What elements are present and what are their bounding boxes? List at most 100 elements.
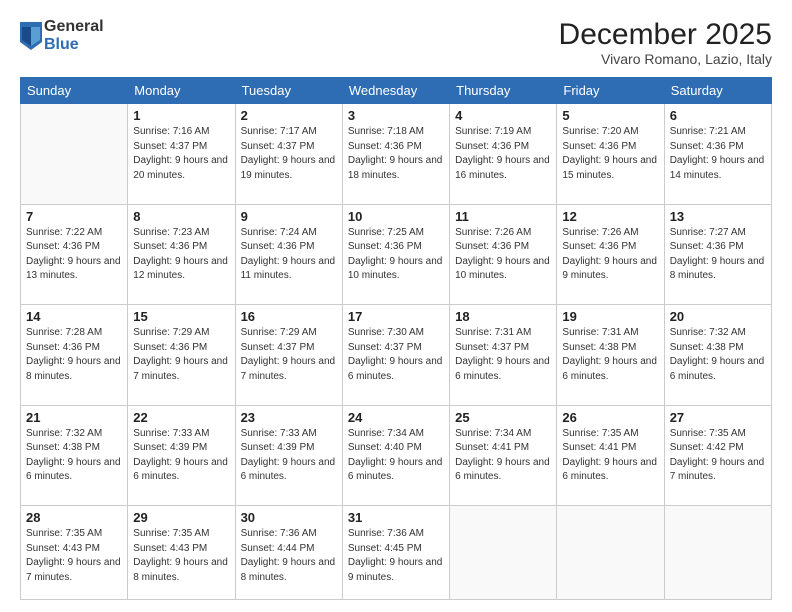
sunrise-label: Sunrise: 7:34 AM <box>348 428 424 439</box>
calendar-cell: 15 Sunrise: 7:29 AM Sunset: 4:36 PM Dayl… <box>128 305 235 406</box>
sunset-label: Sunset: 4:36 PM <box>241 241 315 252</box>
daylight-label: Daylight: 9 hours and 6 minutes. <box>241 457 336 483</box>
daylight-label: Daylight: 9 hours and 10 minutes. <box>455 256 550 282</box>
day-info: Sunrise: 7:29 AM Sunset: 4:37 PM Dayligh… <box>241 326 337 384</box>
day-info: Sunrise: 7:29 AM Sunset: 4:36 PM Dayligh… <box>133 326 229 384</box>
daylight-label: Daylight: 9 hours and 9 minutes. <box>348 557 443 583</box>
daylight-label: Daylight: 9 hours and 6 minutes. <box>26 457 121 483</box>
daylight-label: Daylight: 9 hours and 6 minutes. <box>455 356 550 382</box>
sunset-label: Sunset: 4:43 PM <box>26 543 100 554</box>
calendar-cell: 21 Sunrise: 7:32 AM Sunset: 4:38 PM Dayl… <box>21 405 128 506</box>
sunrise-label: Sunrise: 7:17 AM <box>241 126 317 137</box>
day-number: 15 <box>133 309 229 324</box>
sunrise-label: Sunrise: 7:35 AM <box>562 428 638 439</box>
daylight-label: Daylight: 9 hours and 6 minutes. <box>133 457 228 483</box>
sunset-label: Sunset: 4:41 PM <box>562 442 636 453</box>
calendar-cell: 16 Sunrise: 7:29 AM Sunset: 4:37 PM Dayl… <box>235 305 342 406</box>
day-number: 31 <box>348 510 444 525</box>
day-info: Sunrise: 7:17 AM Sunset: 4:37 PM Dayligh… <box>241 125 337 183</box>
day-number: 14 <box>26 309 122 324</box>
day-number: 1 <box>133 108 229 123</box>
calendar-cell: 20 Sunrise: 7:32 AM Sunset: 4:38 PM Dayl… <box>664 305 771 406</box>
calendar-cell: 8 Sunrise: 7:23 AM Sunset: 4:36 PM Dayli… <box>128 204 235 305</box>
day-number: 28 <box>26 510 122 525</box>
calendar-cell: 5 Sunrise: 7:20 AM Sunset: 4:36 PM Dayli… <box>557 104 664 205</box>
daylight-label: Daylight: 9 hours and 15 minutes. <box>562 155 657 181</box>
day-info: Sunrise: 7:35 AM Sunset: 4:43 PM Dayligh… <box>133 527 229 585</box>
day-info: Sunrise: 7:32 AM Sunset: 4:38 PM Dayligh… <box>670 326 766 384</box>
location: Vivaro Romano, Lazio, Italy <box>559 51 772 67</box>
daylight-label: Daylight: 9 hours and 12 minutes. <box>133 256 228 282</box>
sunset-label: Sunset: 4:36 PM <box>562 141 636 152</box>
calendar-cell: 14 Sunrise: 7:28 AM Sunset: 4:36 PM Dayl… <box>21 305 128 406</box>
logo-icon <box>20 22 42 50</box>
sunrise-label: Sunrise: 7:35 AM <box>133 528 209 539</box>
sunset-label: Sunset: 4:39 PM <box>241 442 315 453</box>
sunrise-label: Sunrise: 7:27 AM <box>670 227 746 238</box>
calendar-cell: 29 Sunrise: 7:35 AM Sunset: 4:43 PM Dayl… <box>128 506 235 600</box>
sunset-label: Sunset: 4:36 PM <box>348 141 422 152</box>
daylight-label: Daylight: 9 hours and 6 minutes. <box>455 457 550 483</box>
day-number: 30 <box>241 510 337 525</box>
calendar-cell: 25 Sunrise: 7:34 AM Sunset: 4:41 PM Dayl… <box>450 405 557 506</box>
sunrise-label: Sunrise: 7:31 AM <box>562 327 638 338</box>
sunrise-label: Sunrise: 7:25 AM <box>348 227 424 238</box>
calendar-cell: 12 Sunrise: 7:26 AM Sunset: 4:36 PM Dayl… <box>557 204 664 305</box>
day-number: 24 <box>348 410 444 425</box>
logo-blue-text: Blue <box>44 36 104 54</box>
day-info: Sunrise: 7:25 AM Sunset: 4:36 PM Dayligh… <box>348 226 444 284</box>
sunset-label: Sunset: 4:37 PM <box>241 141 315 152</box>
calendar-cell: 4 Sunrise: 7:19 AM Sunset: 4:36 PM Dayli… <box>450 104 557 205</box>
daylight-label: Daylight: 9 hours and 6 minutes. <box>670 356 765 382</box>
day-info: Sunrise: 7:35 AM Sunset: 4:42 PM Dayligh… <box>670 427 766 485</box>
day-info: Sunrise: 7:23 AM Sunset: 4:36 PM Dayligh… <box>133 226 229 284</box>
sunrise-label: Sunrise: 7:35 AM <box>26 528 102 539</box>
daylight-label: Daylight: 9 hours and 8 minutes. <box>26 356 121 382</box>
sunset-label: Sunset: 4:36 PM <box>133 342 207 353</box>
calendar-cell: 9 Sunrise: 7:24 AM Sunset: 4:36 PM Dayli… <box>235 204 342 305</box>
calendar-cell: 3 Sunrise: 7:18 AM Sunset: 4:36 PM Dayli… <box>342 104 449 205</box>
calendar-cell: 6 Sunrise: 7:21 AM Sunset: 4:36 PM Dayli… <box>664 104 771 205</box>
sunset-label: Sunset: 4:36 PM <box>133 241 207 252</box>
day-number: 18 <box>455 309 551 324</box>
day-number: 23 <box>241 410 337 425</box>
calendar-cell: 24 Sunrise: 7:34 AM Sunset: 4:40 PM Dayl… <box>342 405 449 506</box>
sunrise-label: Sunrise: 7:21 AM <box>670 126 746 137</box>
daylight-label: Daylight: 9 hours and 18 minutes. <box>348 155 443 181</box>
sunrise-label: Sunrise: 7:32 AM <box>26 428 102 439</box>
sunset-label: Sunset: 4:44 PM <box>241 543 315 554</box>
sunrise-label: Sunrise: 7:32 AM <box>670 327 746 338</box>
sunrise-label: Sunrise: 7:36 AM <box>241 528 317 539</box>
day-info: Sunrise: 7:31 AM Sunset: 4:38 PM Dayligh… <box>562 326 658 384</box>
sunset-label: Sunset: 4:36 PM <box>26 342 100 353</box>
daylight-label: Daylight: 9 hours and 11 minutes. <box>241 256 336 282</box>
day-number: 5 <box>562 108 658 123</box>
sunrise-label: Sunrise: 7:29 AM <box>133 327 209 338</box>
daylight-label: Daylight: 9 hours and 6 minutes. <box>348 457 443 483</box>
calendar-cell: 13 Sunrise: 7:27 AM Sunset: 4:36 PM Dayl… <box>664 204 771 305</box>
sunset-label: Sunset: 4:36 PM <box>348 241 422 252</box>
sunrise-label: Sunrise: 7:19 AM <box>455 126 531 137</box>
logo: General Blue <box>20 18 104 53</box>
sunrise-label: Sunrise: 7:28 AM <box>26 327 102 338</box>
calendar-cell: 30 Sunrise: 7:36 AM Sunset: 4:44 PM Dayl… <box>235 506 342 600</box>
day-info: Sunrise: 7:35 AM Sunset: 4:43 PM Dayligh… <box>26 527 122 585</box>
daylight-label: Daylight: 9 hours and 6 minutes. <box>562 457 657 483</box>
sunrise-label: Sunrise: 7:31 AM <box>455 327 531 338</box>
sunset-label: Sunset: 4:38 PM <box>562 342 636 353</box>
day-number: 13 <box>670 209 766 224</box>
daylight-label: Daylight: 9 hours and 10 minutes. <box>348 256 443 282</box>
sunrise-label: Sunrise: 7:35 AM <box>670 428 746 439</box>
day-info: Sunrise: 7:18 AM Sunset: 4:36 PM Dayligh… <box>348 125 444 183</box>
sunset-label: Sunset: 4:37 PM <box>241 342 315 353</box>
day-info: Sunrise: 7:21 AM Sunset: 4:36 PM Dayligh… <box>670 125 766 183</box>
sunrise-label: Sunrise: 7:34 AM <box>455 428 531 439</box>
day-info: Sunrise: 7:20 AM Sunset: 4:36 PM Dayligh… <box>562 125 658 183</box>
day-number: 17 <box>348 309 444 324</box>
sunrise-label: Sunrise: 7:26 AM <box>562 227 638 238</box>
sunrise-label: Sunrise: 7:33 AM <box>241 428 317 439</box>
sunset-label: Sunset: 4:42 PM <box>670 442 744 453</box>
calendar-cell <box>557 506 664 600</box>
sunset-label: Sunset: 4:36 PM <box>26 241 100 252</box>
day-number: 8 <box>133 209 229 224</box>
